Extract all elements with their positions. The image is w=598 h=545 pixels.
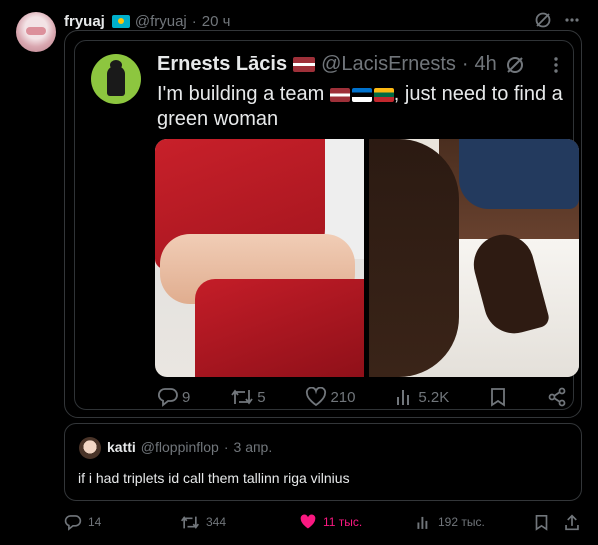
author-name[interactable]: fryuaj (64, 13, 105, 30)
repost-icon (231, 389, 253, 405)
views-button[interactable]: 192 тыс. (416, 515, 485, 530)
like-icon (300, 514, 316, 529)
quote-bookmark-action (489, 387, 507, 407)
quote-reply-action: 9 (157, 387, 190, 407)
baltic-flags (329, 87, 394, 102)
quote-author-handle: @LacisErnests (321, 53, 456, 75)
quote-header-icons (505, 55, 559, 75)
estonia-flag-icon (351, 87, 372, 102)
kazakhstan-flag-icon (111, 15, 130, 28)
repost-icon (181, 515, 199, 529)
photo-red-outfit (155, 139, 364, 377)
quoted-reply-card[interactable]: katti @floppinflop · 3 апр. if i had tri… (64, 423, 582, 501)
reply-button[interactable]: 14 (64, 514, 101, 531)
post-header-icons (534, 11, 580, 29)
quote-repost-action: 5 (230, 388, 266, 406)
reply-text: if i had triplets id call them tallinn r… (78, 470, 350, 486)
quote-views-action: 5.2K (395, 388, 449, 406)
repost-button[interactable]: 344 (180, 515, 226, 530)
like-button[interactable]: 11 тыс. (299, 514, 362, 530)
grok-icon[interactable] (534, 11, 552, 29)
reply-header: katti @floppinflop · 3 апр. (107, 439, 272, 455)
more-icon (553, 56, 559, 74)
photo-white-skirt (369, 139, 579, 377)
reply-author-handle: @floppinflop (140, 439, 219, 455)
quote-media (155, 139, 579, 377)
quote-header: Ernests Lācis @LacisErnests · 4h (157, 53, 497, 76)
share-icon (548, 387, 566, 407)
reply-author-avatar (79, 437, 101, 459)
share-icon (565, 513, 579, 530)
quote-author-name: Ernests Lācis (157, 53, 288, 75)
quote-actions: 9 5 210 5.2K (157, 387, 567, 407)
views-icon (397, 390, 410, 405)
separator-dot: · (191, 13, 197, 30)
like-icon (306, 387, 327, 407)
quote-separator-dot: · (461, 53, 469, 75)
reply-author-name: katti (107, 439, 136, 455)
more-icon[interactable] (564, 12, 580, 28)
latvia-flag-icon (293, 57, 316, 72)
reply-icon (157, 388, 178, 407)
views-icon (417, 516, 428, 529)
author-handle[interactable]: @fryuaj (135, 13, 187, 30)
post-header: fryuaj @fryuaj · 20 ч (64, 13, 230, 30)
bookmark-icon (491, 388, 505, 407)
reply-time: 3 апр. (233, 439, 273, 455)
quote-share-action (547, 387, 567, 407)
post-time[interactable]: 20 ч (202, 13, 231, 30)
quoted-tweet-card[interactable]: Ernests Lācis @LacisErnests · 4h I'm bui… (64, 30, 582, 418)
quoted-tweet-screenshot: Ernests Lācis @LacisErnests · 4h I'm bui… (74, 40, 579, 410)
post-actions: 14 344 11 тыс. 192 тыс. (64, 512, 584, 532)
quote-like-action: 210 (305, 387, 355, 407)
share-button[interactable] (564, 513, 580, 531)
latvia-flag-icon (329, 87, 350, 102)
quote-time: 4h (474, 53, 497, 75)
reply-separator-dot: · (223, 439, 229, 455)
quote-author-avatar (91, 54, 141, 104)
author-avatar[interactable] (16, 12, 56, 52)
bookmark-button[interactable] (534, 514, 549, 531)
reply-icon (64, 514, 82, 531)
lithuania-flag-icon (373, 87, 394, 102)
bookmark-icon (535, 514, 548, 531)
grok-icon (505, 55, 525, 75)
quote-text: I'm building a team , just need to find … (157, 83, 563, 130)
